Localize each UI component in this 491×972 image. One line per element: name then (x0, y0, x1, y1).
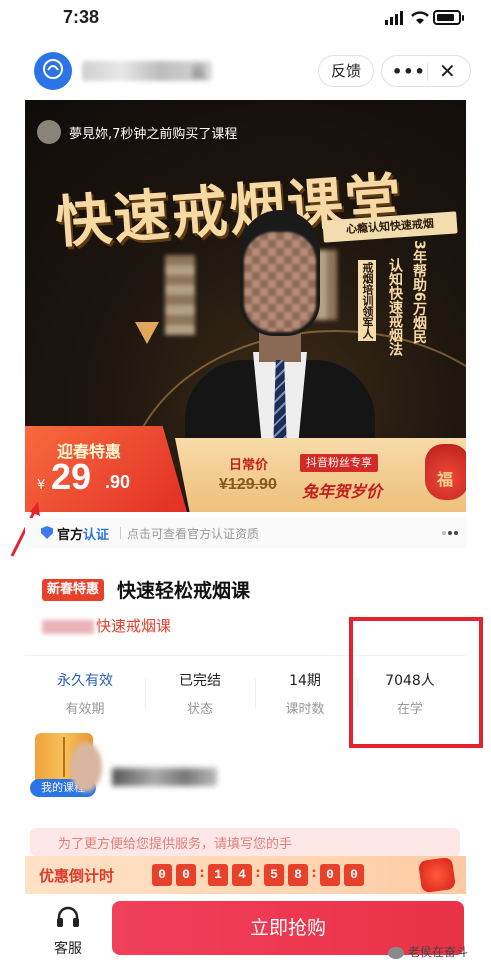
triangle-decoration (135, 322, 159, 344)
certification-tip: 点击可查看官方认证资质 (127, 527, 260, 541)
wechat-icon (388, 946, 404, 959)
discount-countdown: 优惠倒计时 0 0 : 1 4 : 5 8 : 0 0 (25, 856, 466, 894)
regular-price-panel: 日常价 ¥129.90 抖音粉丝专享 兔年贺岁价 福 (175, 438, 466, 512)
banner-vertical-text: 认知快速戒烟法 (387, 258, 403, 356)
stat-validity: 永久有效 有效期 (57, 673, 113, 717)
stat-status: 已完结 状态 (179, 673, 221, 717)
new-year-tag: 新春特惠 (42, 579, 105, 601)
regular-price: ¥129.90 (219, 476, 277, 493)
buyer-avatar (37, 120, 61, 144)
shield-icon (41, 526, 53, 539)
course-banner[interactable]: 夢見妳,7秒钟之前购买了课程 快速戒烟课堂 心瘾认知快速戒烟 戒烟培训领军人 认… (25, 100, 466, 512)
festival-price-label: 兔年贺岁价 (302, 482, 383, 501)
teacher-name (112, 768, 217, 786)
battery-icon (433, 10, 464, 25)
official-certification-bar[interactable]: 官方认证 点击可查看官方认证资质 (25, 518, 466, 548)
promo-price: 29 (51, 456, 92, 497)
promo-price-panel: 迎春特惠 ¥ 29 .90 (25, 426, 187, 512)
stat-lessons: 14期 课时数 (285, 673, 325, 717)
teacher-avatar (70, 742, 102, 792)
shop-logo[interactable] (34, 52, 72, 90)
status-time: 7:38 (63, 7, 100, 27)
feedback-button[interactable]: 反馈 (318, 55, 374, 87)
watermark: 老侯在奋斗 (388, 943, 468, 960)
info-form-notice[interactable]: 为了更方便给您提供服务，请填写您的手 (30, 828, 460, 856)
mini-program-header: 云 反馈 ••• ✕ (0, 44, 491, 100)
product-subtitle: 快速戒烟课 (42, 615, 171, 636)
capsule-menu: ••• ✕ (381, 55, 471, 87)
lucky-bag-icon: 福 (425, 444, 466, 500)
product-title: 快速轻松戒烟课 (117, 580, 251, 602)
bottom-action-bar: 客服 立即抢购 (0, 894, 491, 972)
annotation-highlight-box (349, 617, 483, 748)
price-bar: 日常价 ¥129.90 抖音粉丝专享 兔年贺岁价 福 迎春特惠 ¥ 29 .90 (25, 426, 466, 512)
signal-icon (385, 11, 405, 25)
shop-name: 云 (82, 61, 212, 81)
logo-icon (43, 59, 63, 79)
wifi-icon (411, 11, 429, 24)
status-bar: 7:38 (0, 0, 491, 36)
carousel-dots-icon (442, 531, 458, 535)
fans-exclusive-tag: 抖音粉丝专享 (300, 454, 378, 472)
headset-icon (57, 906, 79, 927)
banner-vertical-text-2: 3年帮助6万烟民 (411, 240, 427, 344)
countdown-label: 优惠倒计时 (39, 867, 115, 885)
red-envelope-icon (417, 856, 457, 894)
customer-service-button[interactable]: 客服 (46, 904, 90, 958)
more-dots-icon[interactable]: ••• (392, 62, 426, 81)
close-icon[interactable]: ✕ (439, 59, 456, 83)
banner-vertical-tag: 戒烟培训领军人 (358, 260, 376, 341)
